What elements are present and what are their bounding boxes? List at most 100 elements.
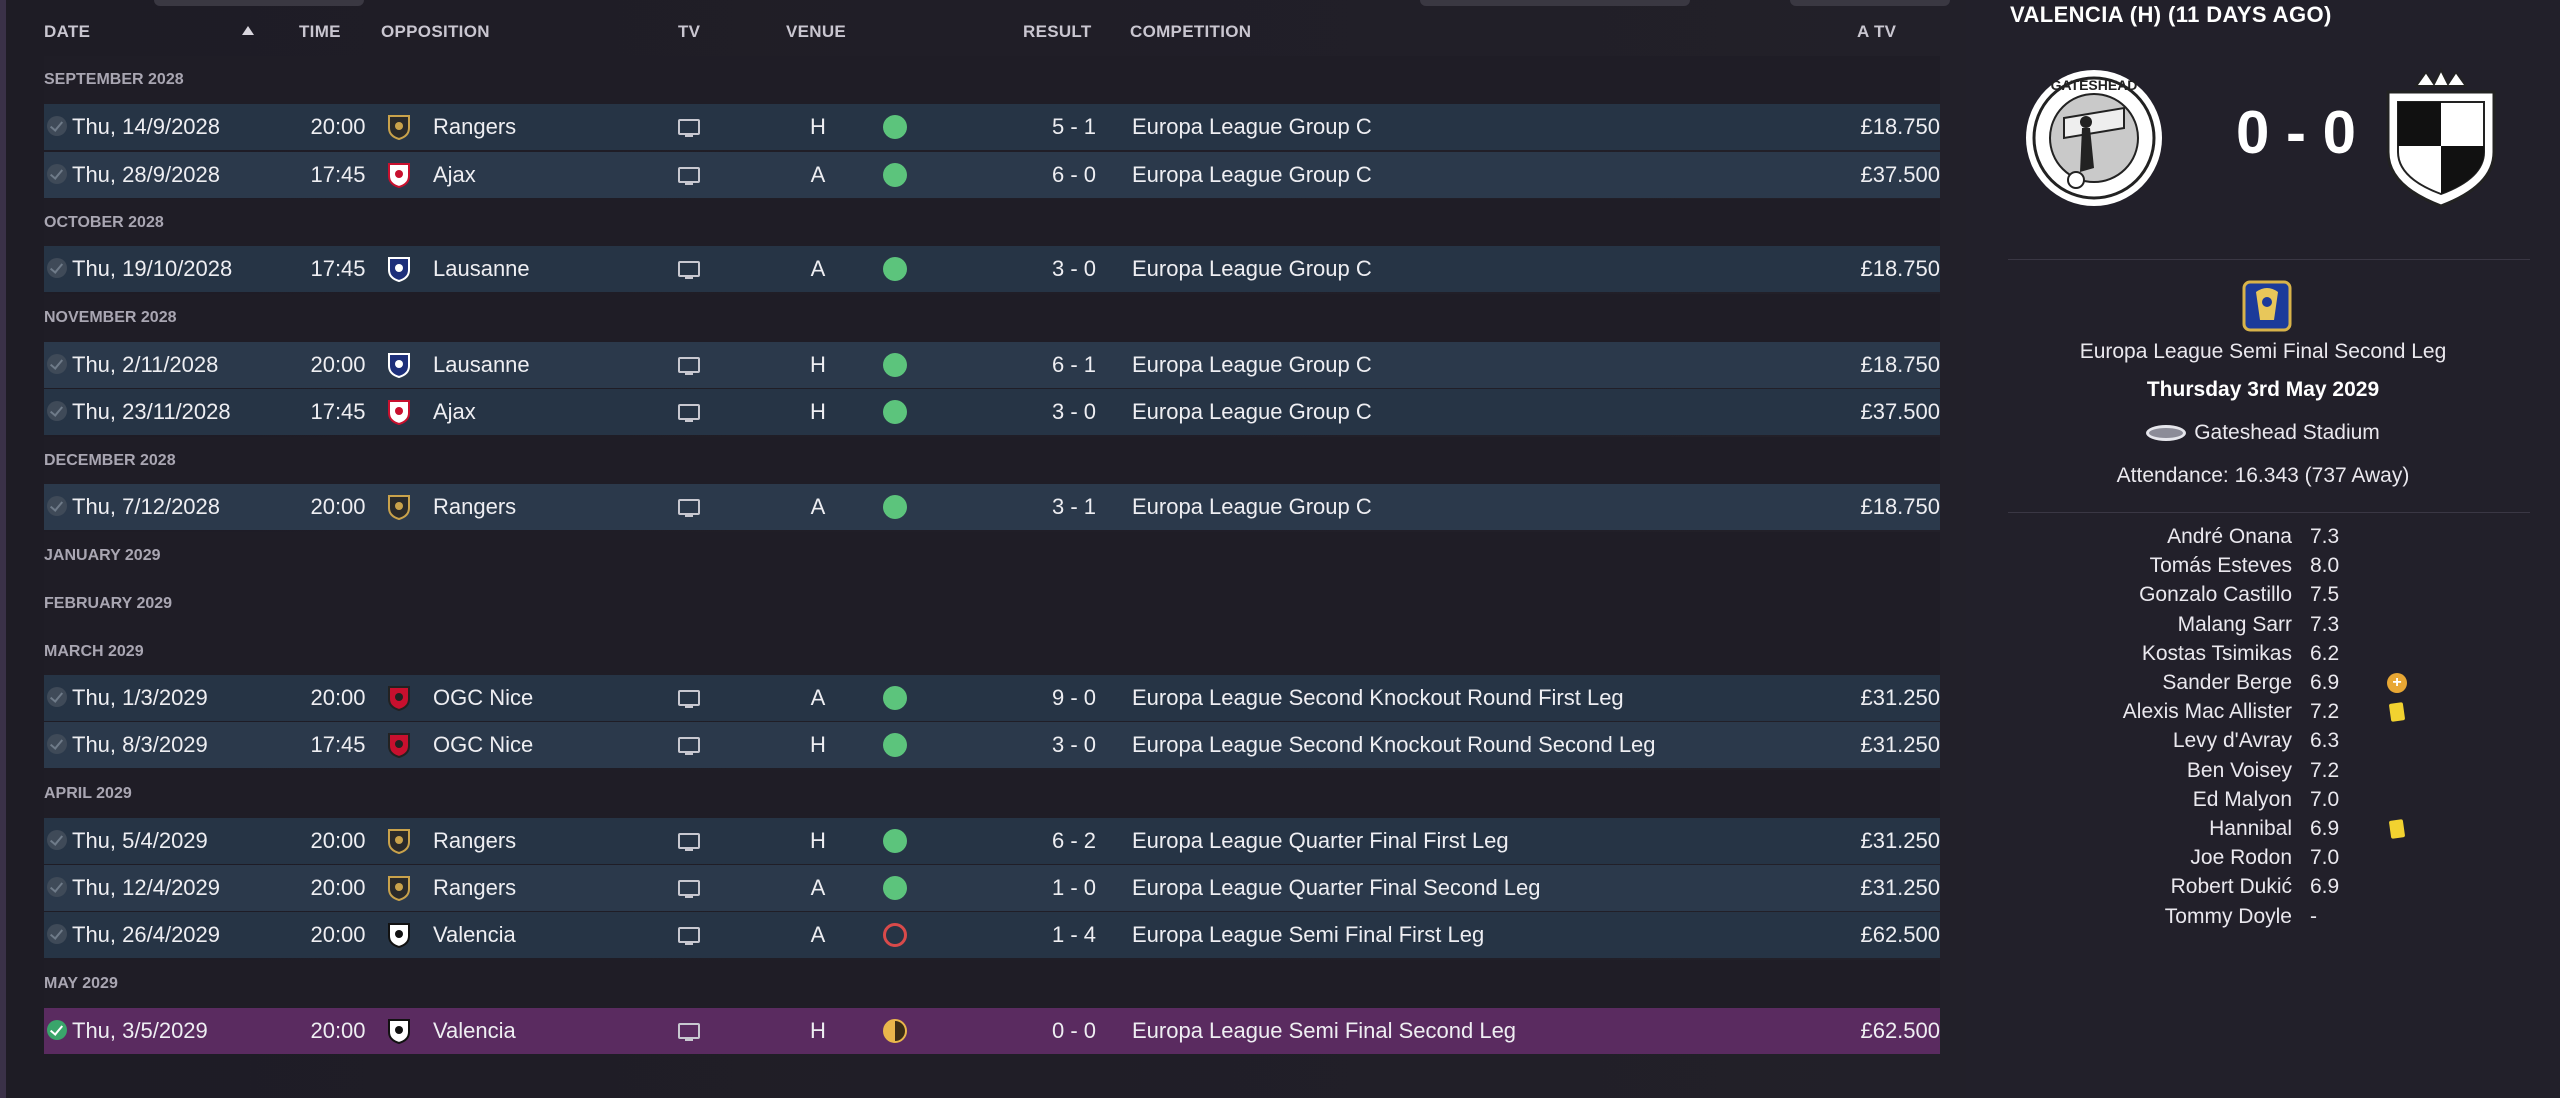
- fixture-row[interactable]: Thu, 19/10/2028 17:45 Lausanne A 3 - 0 Europa…: [44, 246, 1940, 292]
- fixture-row[interactable]: Thu, 7/12/2028 20:00 Rangers A 3 - 1 Europa L…: [44, 484, 1940, 530]
- opponent-badge-icon[interactable]: [385, 113, 413, 141]
- fixture-opposition[interactable]: OGC Nice: [433, 722, 533, 768]
- fixture-row[interactable]: Thu, 1/3/2029 20:00 OGC Nice A 9 - 0 Europa L…: [44, 675, 1940, 721]
- header-tv[interactable]: TV: [678, 22, 700, 42]
- fixture-result[interactable]: 1 - 4: [1004, 912, 1144, 958]
- fixture-result[interactable]: 6 - 2: [1004, 818, 1144, 864]
- player-name[interactable]: Levy d'Avray: [1966, 726, 2292, 756]
- played-check-icon[interactable]: [47, 877, 67, 897]
- played-check-icon[interactable]: [47, 116, 67, 136]
- fixture-opposition[interactable]: Valencia: [433, 912, 516, 958]
- opponent-badge-icon[interactable]: [385, 827, 413, 855]
- fixture-date[interactable]: Thu, 5/4/2029: [72, 818, 208, 864]
- fixture-date[interactable]: Thu, 19/10/2028: [72, 246, 232, 292]
- header-atv[interactable]: A TV: [1857, 22, 1896, 42]
- player-name[interactable]: Kostas Tsimikas: [1966, 639, 2292, 669]
- header-result[interactable]: RESULT: [1023, 22, 1092, 42]
- fixture-opposition[interactable]: Rangers: [433, 818, 516, 864]
- player-name[interactable]: Joe Rodon: [1966, 843, 2292, 873]
- player-name[interactable]: Sander Berge: [1966, 668, 2292, 698]
- fixture-row[interactable]: Thu, 5/4/2029 20:00 Rangers H 6 - 2 Europa Le…: [44, 818, 1940, 864]
- fixture-row[interactable]: Thu, 23/11/2028 17:45 Ajax H 3 - 0 Europa Lea…: [44, 389, 1940, 435]
- player-name[interactable]: André Onana: [1966, 522, 2292, 552]
- opponent-badge-icon[interactable]: [385, 255, 413, 283]
- fixture-opposition[interactable]: Rangers: [433, 104, 516, 150]
- fixture-date[interactable]: Thu, 26/4/2029: [72, 912, 220, 958]
- fixture-row[interactable]: Thu, 14/9/2028 20:00 Rangers H 5 - 1 Europa L…: [44, 104, 1940, 150]
- played-check-icon[interactable]: [47, 830, 67, 850]
- fixture-row[interactable]: Thu, 26/4/2029 20:00 Valencia A 1 - 4 Europa …: [44, 912, 1940, 958]
- player-name[interactable]: Tomás Esteves: [1966, 551, 2292, 581]
- fixture-date[interactable]: Thu, 12/4/2029: [72, 865, 220, 911]
- top-filter-stub[interactable]: [1420, 0, 1690, 6]
- fixture-opposition[interactable]: Lausanne: [433, 246, 530, 292]
- opponent-badge-icon[interactable]: [385, 1017, 413, 1045]
- opponent-badge-icon[interactable]: [385, 731, 413, 759]
- fixture-date[interactable]: Thu, 28/9/2028: [72, 152, 220, 198]
- header-opposition[interactable]: OPPOSITION: [381, 22, 490, 42]
- played-check-icon[interactable]: [47, 924, 67, 944]
- player-name[interactable]: Robert Dukić: [1966, 872, 2292, 902]
- player-name[interactable]: Alexis Mac Allister: [1966, 697, 2292, 727]
- played-check-icon[interactable]: [47, 687, 67, 707]
- fixture-result[interactable]: 6 - 1: [1004, 342, 1144, 388]
- fixture-competition[interactable]: Europa League Semi Final First Leg: [1132, 912, 1484, 958]
- fixture-date[interactable]: Thu, 1/3/2029: [72, 675, 208, 721]
- fixture-competition[interactable]: Europa League Group C: [1132, 389, 1372, 435]
- header-venue[interactable]: VENUE: [786, 22, 846, 42]
- header-time[interactable]: TIME: [299, 22, 341, 42]
- top-tab-stub[interactable]: [154, 0, 364, 6]
- fixture-date[interactable]: Thu, 8/3/2029: [72, 722, 208, 768]
- player-name[interactable]: Hannibal: [1966, 814, 2292, 844]
- header-competition[interactable]: COMPETITION: [1130, 22, 1251, 42]
- match-title[interactable]: VALENCIA (H) (11 DAYS AGO): [2010, 2, 2332, 28]
- fixture-result[interactable]: 9 - 0: [1004, 675, 1144, 721]
- fixture-result[interactable]: 5 - 1: [1004, 104, 1144, 150]
- fixture-competition[interactable]: Europa League Quarter Final First Leg: [1132, 818, 1509, 864]
- header-date[interactable]: DATE: [44, 22, 90, 42]
- opponent-badge-icon[interactable]: [385, 921, 413, 949]
- fixture-competition[interactable]: Europa League Group C: [1132, 104, 1372, 150]
- fixture-date[interactable]: Thu, 14/9/2028: [72, 104, 220, 150]
- fixture-competition[interactable]: Europa League Group C: [1132, 342, 1372, 388]
- player-name[interactable]: Tommy Doyle: [1966, 902, 2292, 932]
- played-check-icon[interactable]: [47, 354, 67, 374]
- player-name[interactable]: Ed Malyon: [1966, 785, 2292, 815]
- opponent-badge-icon[interactable]: [385, 398, 413, 426]
- fixture-competition[interactable]: Europa League Second Knockout Round Firs…: [1132, 675, 1624, 721]
- played-check-icon[interactable]: [47, 401, 67, 421]
- fixture-competition[interactable]: Europa League Semi Final Second Leg: [1132, 1008, 1516, 1054]
- fixture-result[interactable]: 3 - 0: [1004, 246, 1144, 292]
- fixture-date[interactable]: Thu, 3/5/2029: [72, 1008, 208, 1054]
- fixture-competition[interactable]: Europa League Group C: [1132, 152, 1372, 198]
- fixture-result[interactable]: 0 - 0: [1004, 1008, 1144, 1054]
- fixture-opposition[interactable]: Rangers: [433, 865, 516, 911]
- fixture-row[interactable]: Thu, 28/9/2028 17:45 Ajax A 6 - 0 Europa Leag…: [44, 152, 1940, 198]
- fixture-result[interactable]: 6 - 0: [1004, 152, 1144, 198]
- fixture-row[interactable]: Thu, 2/11/2028 20:00 Lausanne H 6 - 1 Europa …: [44, 342, 1940, 388]
- stadium-name[interactable]: Gateshead Stadium: [2194, 421, 2380, 444]
- top-button-stub[interactable]: [1790, 0, 1950, 6]
- played-check-icon[interactable]: [47, 164, 67, 184]
- opponent-badge-icon[interactable]: [385, 161, 413, 189]
- fixture-row[interactable]: Thu, 3/5/2029 20:00 Valencia H 0 - 0 Europa L…: [44, 1008, 1940, 1054]
- fixture-date[interactable]: Thu, 23/11/2028: [72, 389, 231, 435]
- fixture-result[interactable]: 3 - 0: [1004, 722, 1144, 768]
- player-name[interactable]: Ben Voisey: [1966, 756, 2292, 786]
- opponent-badge-icon[interactable]: [385, 493, 413, 521]
- fixture-result[interactable]: 1 - 0: [1004, 865, 1144, 911]
- fixture-result[interactable]: 3 - 0: [1004, 389, 1144, 435]
- fixture-competition[interactable]: Europa League Group C: [1132, 246, 1372, 292]
- fixture-opposition[interactable]: Lausanne: [433, 342, 530, 388]
- player-name[interactable]: Malang Sarr: [1966, 610, 2292, 640]
- sort-ascending-icon[interactable]: [242, 26, 254, 35]
- fixture-opposition[interactable]: Ajax: [433, 152, 476, 198]
- fixture-date[interactable]: Thu, 2/11/2028: [72, 342, 218, 388]
- opponent-badge-icon[interactable]: [385, 874, 413, 902]
- played-check-icon[interactable]: [47, 734, 67, 754]
- fixture-date[interactable]: Thu, 7/12/2028: [72, 484, 220, 530]
- fixture-competition[interactable]: Europa League Group C: [1132, 484, 1372, 530]
- fixture-competition[interactable]: Europa League Second Knockout Round Seco…: [1132, 722, 1656, 768]
- player-name[interactable]: Gonzalo Castillo: [1966, 580, 2292, 610]
- fixture-opposition[interactable]: Rangers: [433, 484, 516, 530]
